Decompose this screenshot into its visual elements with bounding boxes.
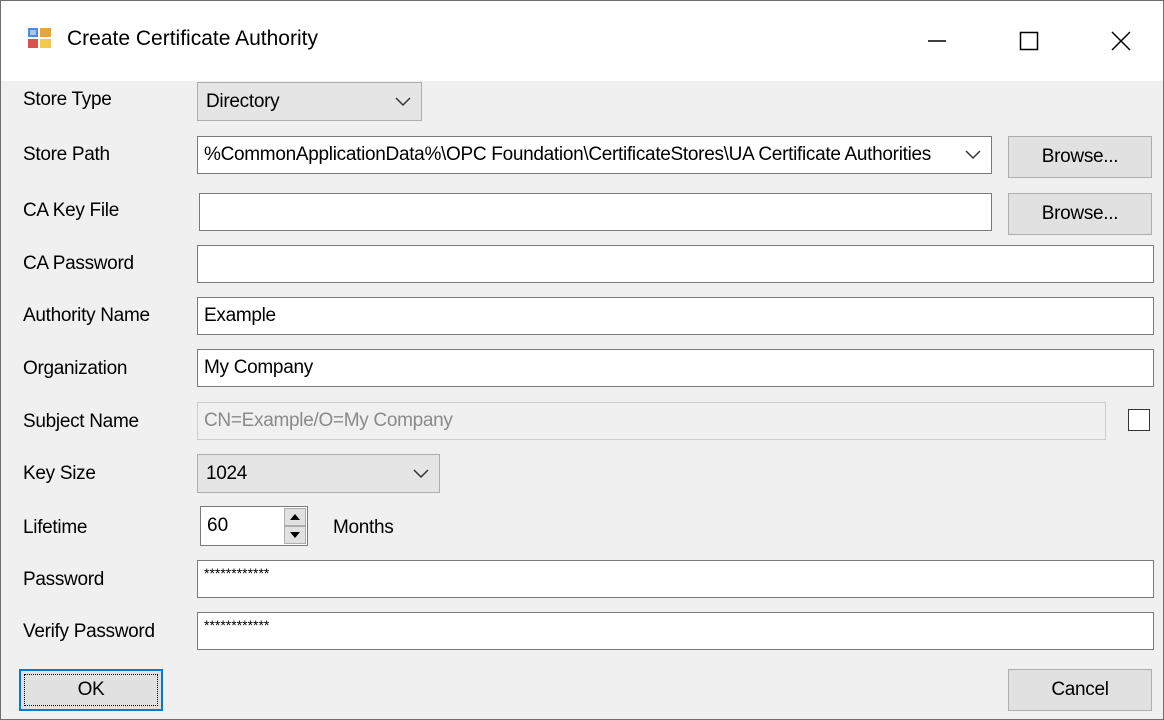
close-button[interactable]	[1075, 1, 1164, 81]
create-certificate-authority-dialog: Create Certificate Authority Store Type …	[0, 0, 1164, 720]
organization-label: Organization	[23, 358, 128, 379]
store-path-browse-button[interactable]: Browse...	[1008, 136, 1152, 178]
password-label: Password	[23, 569, 105, 590]
key-size-select[interactable]: 1024	[197, 454, 440, 493]
lifetime-value: 60	[207, 515, 229, 536]
store-type-value: Directory	[206, 90, 280, 112]
arrow-down-icon	[290, 532, 300, 538]
minimize-icon	[928, 40, 946, 42]
ca-password-input[interactable]	[197, 245, 1154, 283]
chevron-down-icon	[413, 468, 429, 478]
store-type-select[interactable]: Directory	[197, 82, 422, 121]
ca-key-file-label: CA Key File	[23, 200, 119, 221]
lifetime-label: Lifetime	[23, 517, 88, 538]
verify-password-input[interactable]: ************	[197, 612, 1154, 650]
maximize-icon	[1019, 31, 1039, 51]
arrow-up-icon	[290, 514, 300, 520]
ca-key-file-input[interactable]	[199, 193, 992, 231]
lifetime-stepper[interactable]: 60	[200, 506, 308, 546]
organization-input[interactable]: My Company	[197, 349, 1154, 387]
lifetime-unit-label: Months	[333, 517, 394, 538]
minimize-button[interactable]	[891, 1, 983, 81]
verify-password-label: Verify Password	[23, 621, 155, 642]
focus-rectangle	[24, 674, 158, 706]
close-icon	[1111, 31, 1131, 51]
window-title: Create Certificate Authority	[67, 27, 318, 50]
lifetime-increment-button[interactable]	[284, 508, 306, 526]
authority-name-input[interactable]: Example	[197, 297, 1154, 335]
ca-password-label: CA Password	[23, 253, 134, 274]
subject-name-label: Subject Name	[23, 411, 139, 432]
lifetime-decrement-button[interactable]	[284, 526, 306, 544]
cancel-button[interactable]: Cancel	[1008, 669, 1152, 711]
authority-name-label: Authority Name	[23, 305, 150, 326]
subject-name-input: CN=Example/O=My Company	[197, 402, 1106, 440]
chevron-down-icon	[965, 150, 981, 160]
password-input[interactable]: ************	[197, 560, 1154, 598]
store-path-value: %CommonApplicationData%\OPC Foundation\C…	[204, 144, 932, 165]
chevron-down-icon	[395, 96, 411, 106]
store-path-label: Store Path	[23, 144, 110, 165]
store-path-combobox[interactable]: %CommonApplicationData%\OPC Foundation\C…	[197, 136, 992, 174]
ca-key-file-browse-button[interactable]: Browse...	[1008, 193, 1152, 235]
title-bar[interactable]: Create Certificate Authority	[1, 1, 1163, 81]
key-size-value: 1024	[206, 462, 248, 484]
subject-name-override-checkbox[interactable]	[1128, 409, 1150, 431]
maximize-button[interactable]	[983, 1, 1075, 81]
ok-button[interactable]: OK	[19, 669, 163, 711]
store-type-label: Store Type	[23, 89, 112, 110]
key-size-label: Key Size	[23, 463, 96, 484]
certificate-app-icon	[28, 28, 51, 48]
